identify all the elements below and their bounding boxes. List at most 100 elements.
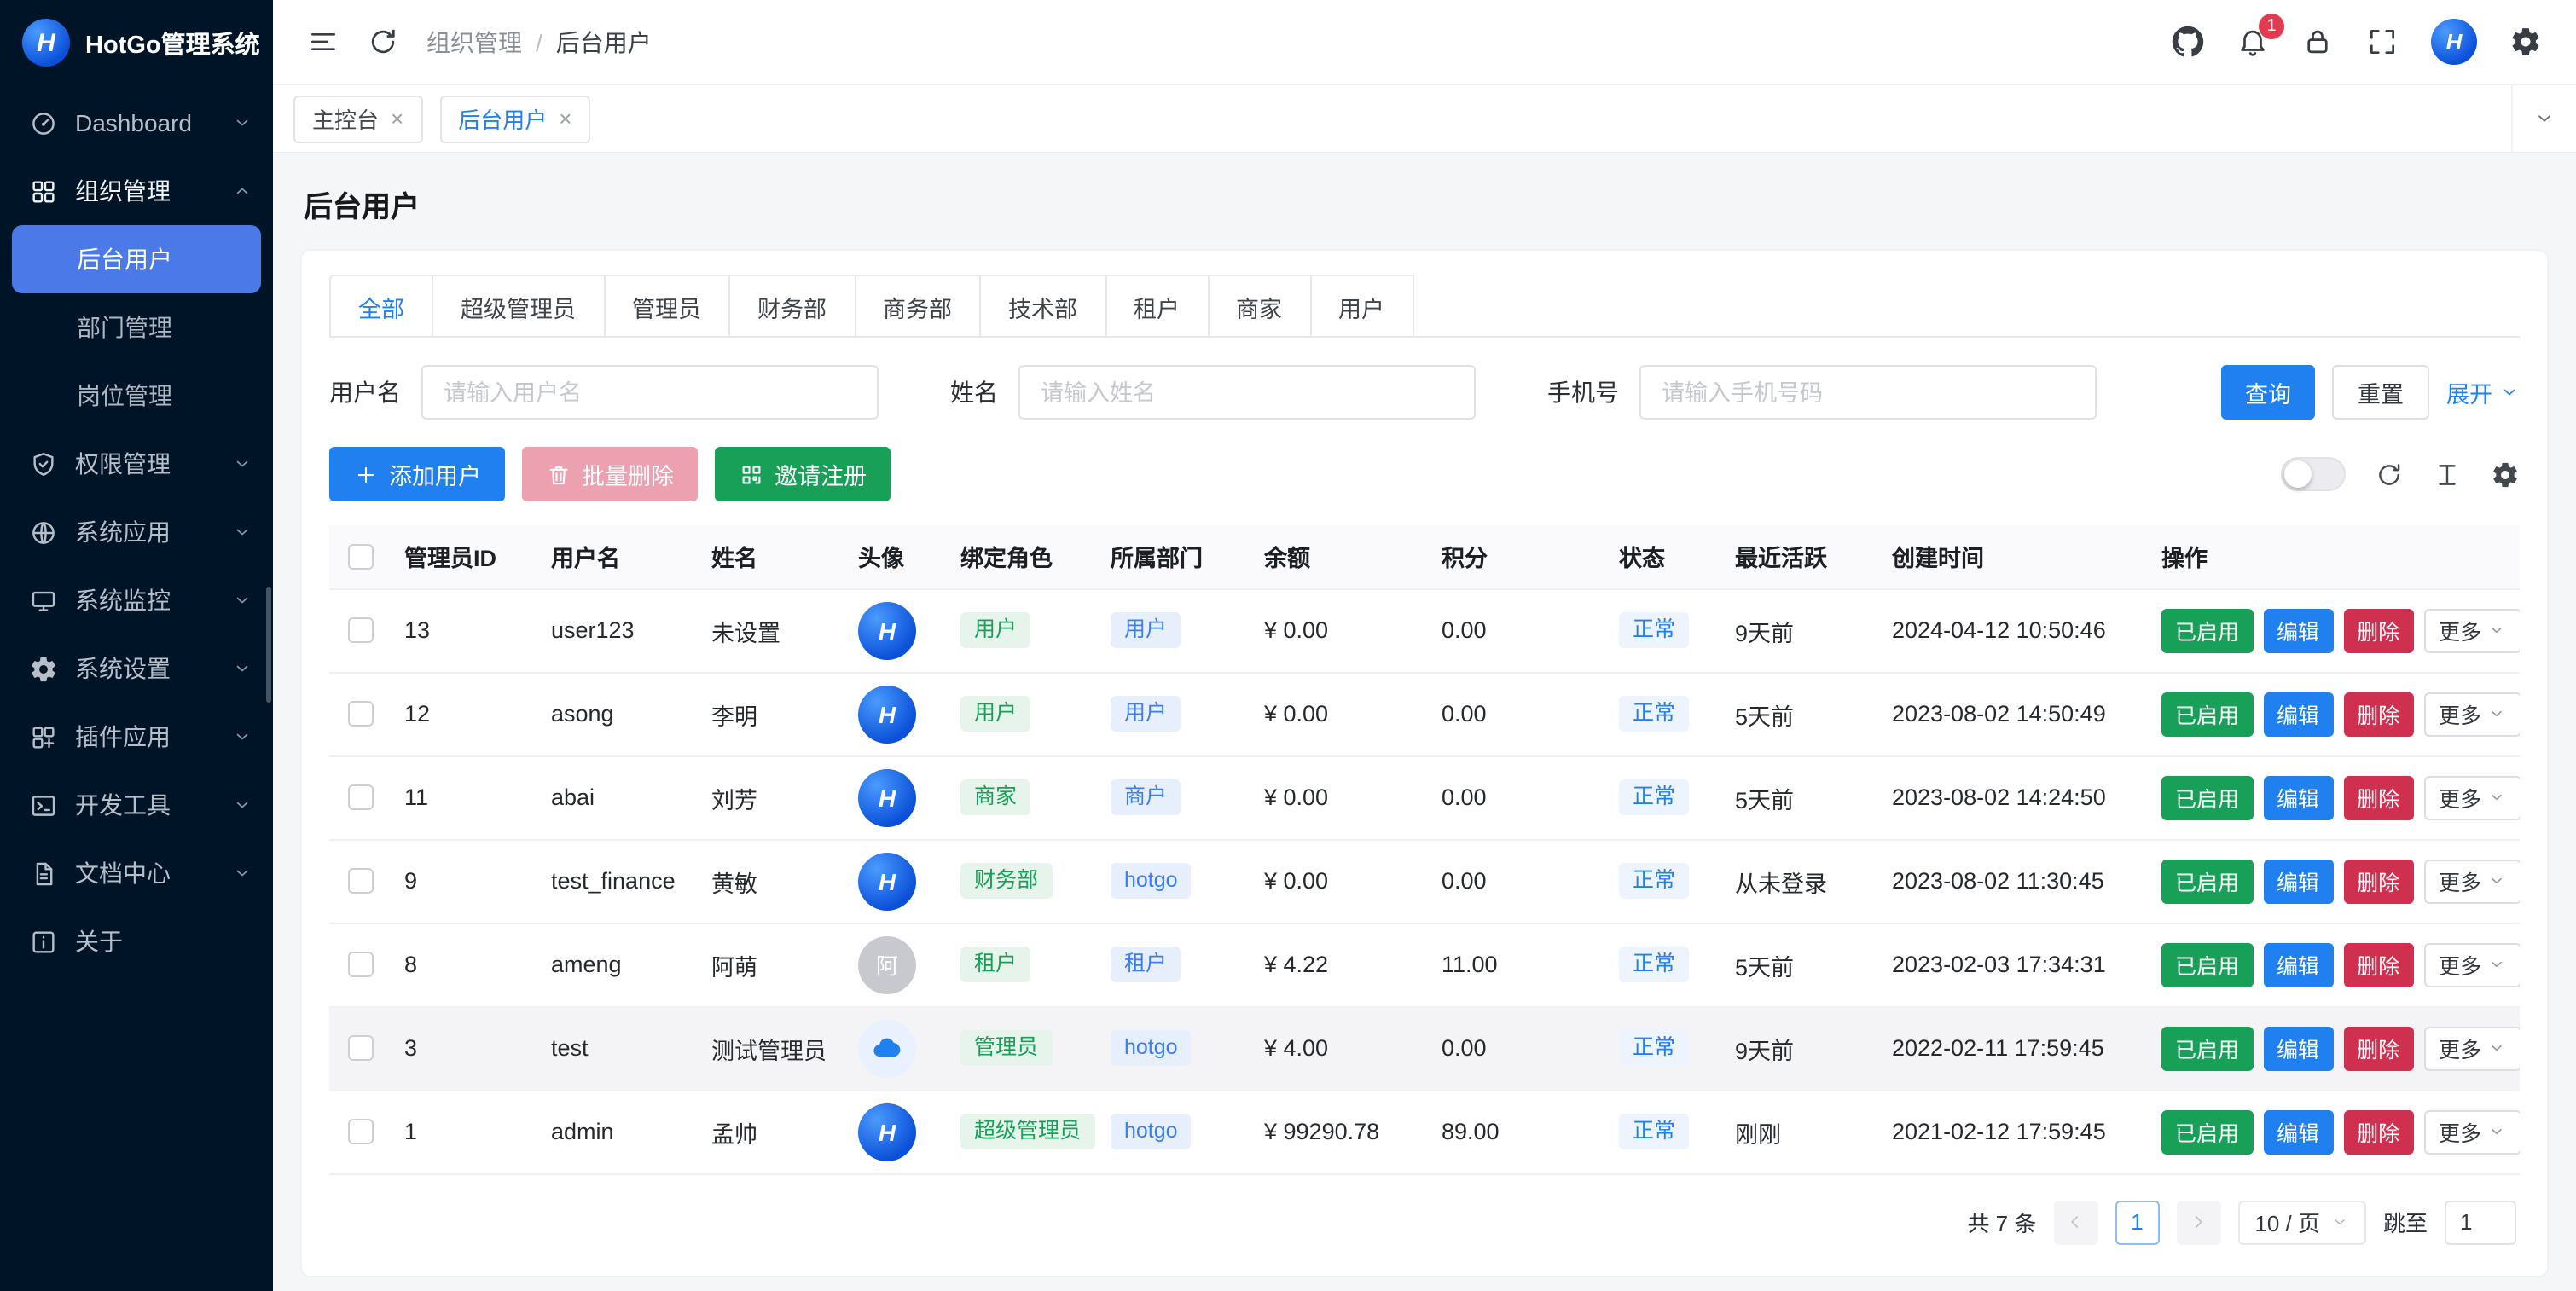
role-tab[interactable]: 全部 xyxy=(329,275,433,336)
more-button[interactable]: 更多 xyxy=(2423,1026,2520,1070)
prev-page-button[interactable] xyxy=(2053,1200,2097,1244)
delete-button[interactable]: 删除 xyxy=(2343,942,2413,987)
edit-button[interactable]: 编辑 xyxy=(2263,942,2333,987)
edit-button[interactable]: 编辑 xyxy=(2263,608,2333,652)
page-size-select[interactable]: 10 / 页 xyxy=(2237,1200,2366,1244)
realname-input[interactable] xyxy=(1018,365,1476,420)
more-button[interactable]: 更多 xyxy=(2423,775,2520,819)
app-logo[interactable]: H HotGo管理系统 xyxy=(0,0,273,85)
edit-button[interactable]: 编辑 xyxy=(2263,692,2333,736)
username-input[interactable] xyxy=(421,365,879,420)
delete-button[interactable]: 删除 xyxy=(2343,1026,2413,1070)
striped-toggle-switch[interactable] xyxy=(2281,457,2346,491)
content-card: 全部超级管理员管理员财务部商务部技术部租户商家用户 用户名 姓名 手机号 xyxy=(300,249,2549,1277)
role-tab[interactable]: 超级管理员 xyxy=(432,275,605,336)
role-tab[interactable]: 财务部 xyxy=(728,275,856,336)
view-tab[interactable]: 主控台× xyxy=(293,95,422,142)
reset-button[interactable]: 重置 xyxy=(2332,365,2429,420)
sidebar-subitem[interactable]: 岗位管理 xyxy=(0,362,273,430)
current-page-button[interactable]: 1 xyxy=(2115,1200,2159,1244)
switch-knob xyxy=(2284,460,2312,488)
sidebar-subitem-label: 岗位管理 xyxy=(77,379,172,413)
row-checkbox[interactable] xyxy=(347,952,373,978)
search-button[interactable]: 查询 xyxy=(2221,365,2315,420)
enabled-button[interactable]: 已启用 xyxy=(2161,1026,2253,1070)
row-checkbox[interactable] xyxy=(347,785,373,811)
notifications-button[interactable]: 1 xyxy=(2237,26,2269,58)
view-tab[interactable]: 后台用户× xyxy=(439,95,590,142)
more-button[interactable]: 更多 xyxy=(2423,608,2520,652)
role-tab[interactable]: 租户 xyxy=(1105,275,1209,336)
enabled-button[interactable]: 已启用 xyxy=(2161,859,2253,903)
jump-to-input[interactable] xyxy=(2445,1200,2516,1244)
select-all-checkbox[interactable] xyxy=(347,544,373,570)
add-user-button[interactable]: 添加用户 xyxy=(329,447,505,501)
collapse-sidebar-icon[interactable] xyxy=(307,26,339,58)
row-checkbox[interactable] xyxy=(347,1120,373,1145)
cell-realname: 阿萌 xyxy=(698,923,844,1006)
reload-table-icon[interactable] xyxy=(2375,460,2404,489)
sidebar-scrollbar-thumb[interactable] xyxy=(266,587,271,703)
sidebar-subitem[interactable]: 部门管理 xyxy=(0,293,273,362)
role-tab[interactable]: 管理员 xyxy=(603,275,730,336)
filter-row: 用户名 姓名 手机号 查询 重置 展开 xyxy=(329,365,2520,420)
delete-button[interactable]: 删除 xyxy=(2343,775,2413,819)
fullscreen-icon[interactable] xyxy=(2366,26,2399,58)
edit-button[interactable]: 编辑 xyxy=(2263,1026,2333,1070)
sidebar-subitem[interactable]: 后台用户 xyxy=(12,225,261,293)
sidebar-item-permissions[interactable]: 权限管理 xyxy=(0,430,273,498)
chevron-down-icon xyxy=(232,590,252,611)
reload-page-icon[interactable] xyxy=(367,26,399,58)
github-icon[interactable] xyxy=(2172,26,2204,58)
next-page-button[interactable] xyxy=(2176,1200,2220,1244)
user-avatar-button[interactable]: H xyxy=(2431,19,2477,65)
more-button[interactable]: 更多 xyxy=(2423,942,2520,987)
sidebar-item-dev-tools[interactable]: 开发工具 xyxy=(0,771,273,839)
column-settings-icon[interactable] xyxy=(2491,460,2520,489)
delete-button[interactable]: 删除 xyxy=(2343,859,2413,903)
close-tab-icon[interactable]: × xyxy=(391,107,403,130)
enabled-button[interactable]: 已启用 xyxy=(2161,692,2253,736)
sidebar-item-about[interactable]: 关于 xyxy=(0,907,273,975)
sidebar-item-system-settings[interactable]: 系统设置 xyxy=(0,634,273,703)
more-button[interactable]: 更多 xyxy=(2423,1109,2520,1154)
row-checkbox[interactable] xyxy=(347,618,373,644)
delete-button[interactable]: 删除 xyxy=(2343,608,2413,652)
cell-last-active: 刚刚 xyxy=(1721,1090,1878,1173)
sidebar-item-dashboard[interactable]: Dashboard xyxy=(0,89,273,157)
username-label: 用户名 xyxy=(329,375,401,409)
lock-screen-icon[interactable] xyxy=(2301,26,2334,58)
sidebar-item-organization[interactable]: 组织管理 xyxy=(0,157,273,225)
role-tab[interactable]: 用户 xyxy=(1309,275,1413,336)
breadcrumb-section[interactable]: 组织管理 xyxy=(426,25,522,59)
sidebar-item-docs[interactable]: 文档中心 xyxy=(0,839,273,907)
row-checkbox[interactable] xyxy=(347,702,373,727)
row-checkbox[interactable] xyxy=(347,869,373,894)
row-checkbox[interactable] xyxy=(347,1036,373,1062)
role-tab[interactable]: 商务部 xyxy=(854,275,981,336)
more-button[interactable]: 更多 xyxy=(2423,692,2520,736)
sidebar-item-plugins[interactable]: 插件应用 xyxy=(0,703,273,771)
enabled-button[interactable]: 已启用 xyxy=(2161,608,2253,652)
role-tab[interactable]: 技术部 xyxy=(979,275,1106,336)
batch-delete-button[interactable]: 批量删除 xyxy=(522,447,698,501)
enabled-button[interactable]: 已启用 xyxy=(2161,775,2253,819)
row-density-icon[interactable] xyxy=(2433,460,2462,489)
enabled-button[interactable]: 已启用 xyxy=(2161,1109,2253,1154)
role-tab[interactable]: 商家 xyxy=(1207,275,1311,336)
sidebar-item-system-apps[interactable]: 系统应用 xyxy=(0,498,273,566)
sidebar-item-system-monitor[interactable]: 系统监控 xyxy=(0,566,273,634)
delete-button[interactable]: 删除 xyxy=(2343,1109,2413,1154)
tabs-dropdown-button[interactable] xyxy=(2511,85,2576,152)
settings-gear-icon[interactable] xyxy=(2509,26,2542,58)
more-button[interactable]: 更多 xyxy=(2423,859,2520,903)
edit-button[interactable]: 编辑 xyxy=(2263,859,2333,903)
edit-button[interactable]: 编辑 xyxy=(2263,775,2333,819)
close-tab-icon[interactable]: × xyxy=(559,107,571,130)
invite-register-button[interactable]: 邀请注册 xyxy=(715,447,891,501)
delete-button[interactable]: 删除 xyxy=(2343,692,2413,736)
expand-filters-link[interactable]: 展开 xyxy=(2446,375,2520,409)
enabled-button[interactable]: 已启用 xyxy=(2161,942,2253,987)
phone-input[interactable] xyxy=(1639,365,2097,420)
edit-button[interactable]: 编辑 xyxy=(2263,1109,2333,1154)
